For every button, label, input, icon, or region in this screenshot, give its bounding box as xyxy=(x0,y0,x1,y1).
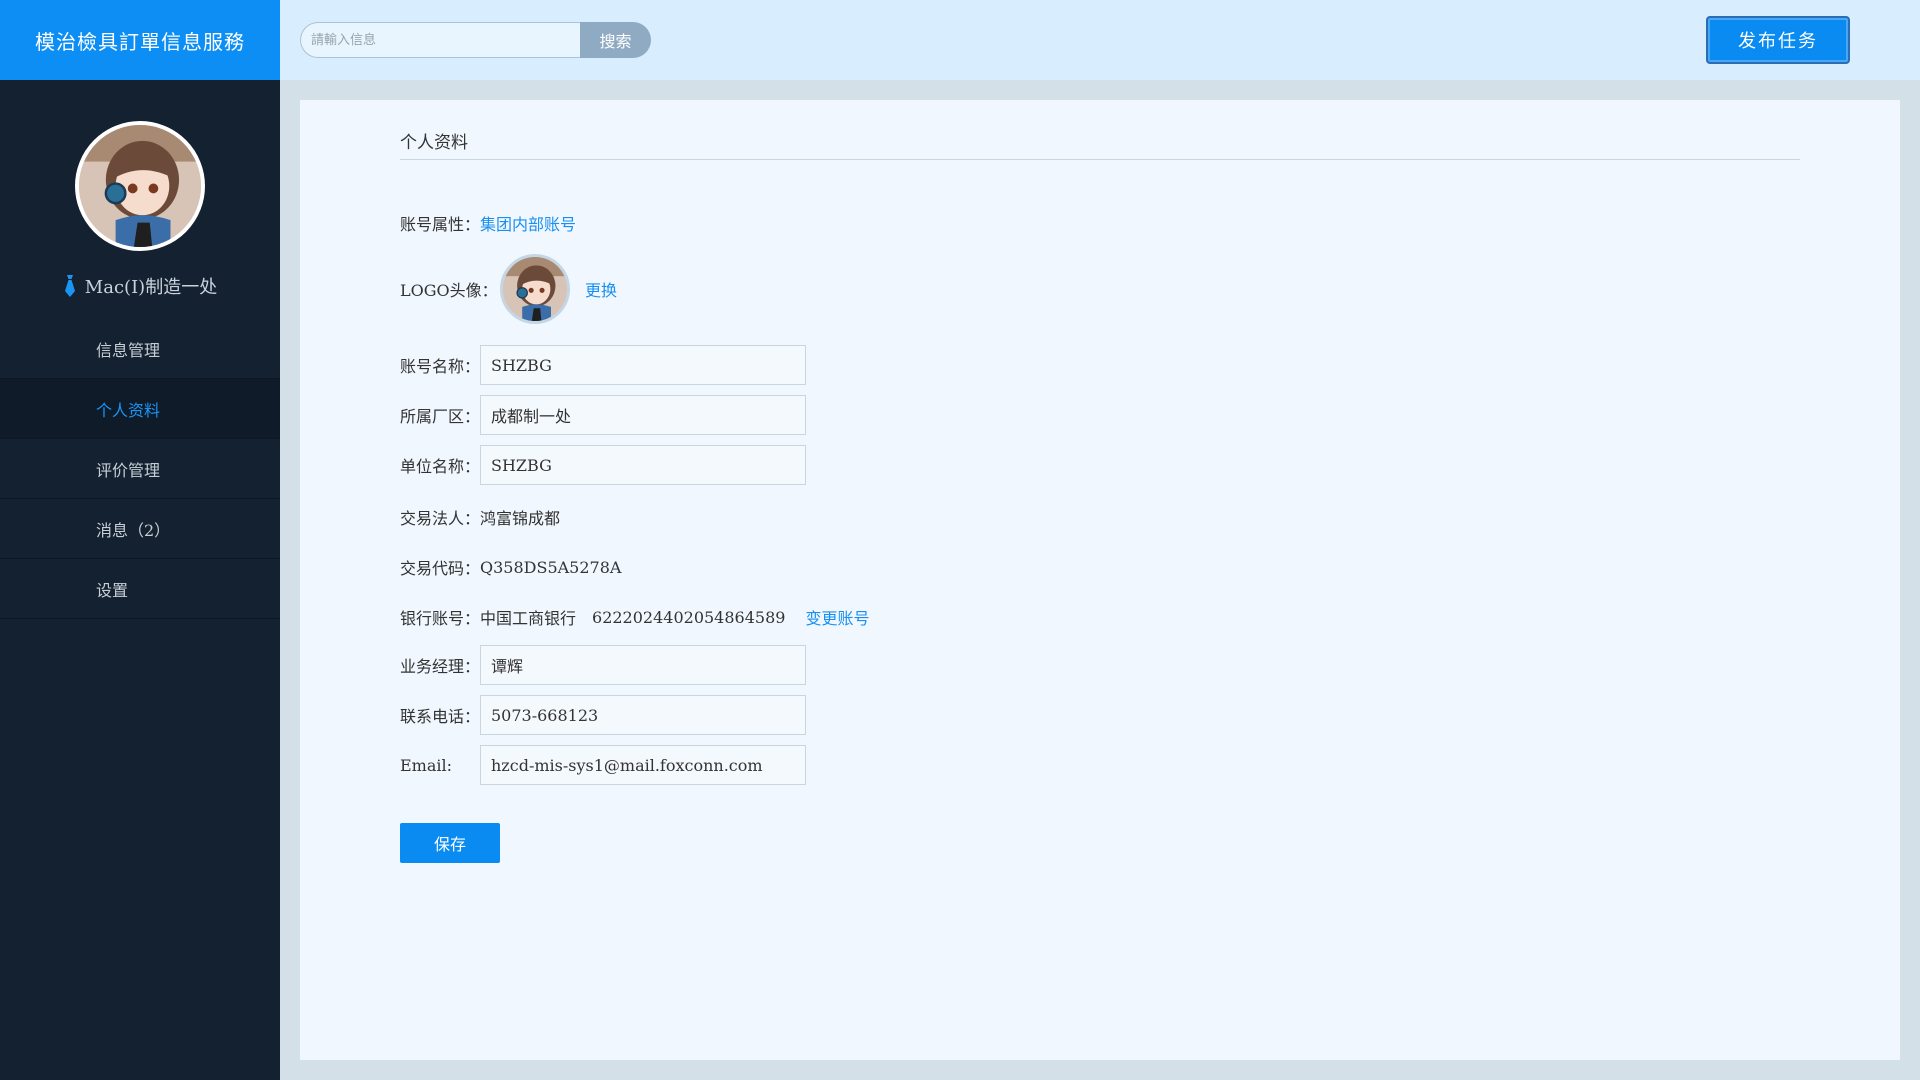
account-name-label: 账号名称： xyxy=(400,357,481,376)
unit-row: 单位名称： xyxy=(400,445,806,485)
email-field[interactable] xyxy=(480,745,806,785)
search-input[interactable] xyxy=(300,22,580,58)
app-title: 模治檢具訂單信息服務 xyxy=(0,0,280,80)
user-name: Mac(I)制造一处 xyxy=(84,277,218,298)
title-divider xyxy=(400,159,1800,160)
save-button[interactable]: 保存 xyxy=(400,823,500,863)
account-type-row: 账号属性： 集团内部账号 xyxy=(400,211,576,235)
unit-field[interactable] xyxy=(480,445,806,485)
plant-row: 所属厂区： xyxy=(400,395,806,435)
manager-row: 业务经理： xyxy=(400,645,806,685)
user-name-row: Mac(I)制造一处 xyxy=(63,273,217,299)
legal-person-value: 鸿富锦成都 xyxy=(480,509,561,528)
sidebar-nav: 信息管理 个人资料 评价管理 消息（2） 设置 xyxy=(0,319,280,619)
manager-field[interactable] xyxy=(480,645,806,685)
change-bank-link[interactable]: 变更账号 xyxy=(805,605,869,629)
logo-avatar xyxy=(500,254,570,324)
publish-task-button[interactable]: 发布任务 xyxy=(1706,16,1850,64)
change-logo-link[interactable]: 更换 xyxy=(585,277,617,301)
sidebar-item-settings[interactable]: 设置 xyxy=(0,559,280,619)
unit-label: 单位名称： xyxy=(400,457,481,476)
search-button[interactable]: 搜索 xyxy=(580,22,651,58)
phone-label: 联系电话： xyxy=(400,707,481,726)
sidebar-item-profile[interactable]: 个人资料 xyxy=(0,379,280,439)
trade-code-label: 交易代码： xyxy=(400,559,481,578)
email-label: Email: xyxy=(400,755,453,775)
trade-code-row: 交易代码： Q358DS5A5278A xyxy=(400,555,621,579)
phone-field[interactable] xyxy=(480,695,806,735)
manager-label: 业务经理： xyxy=(400,657,481,676)
trade-code-value: Q358DS5A5278A xyxy=(480,557,622,577)
logo-label: LOGO头像： xyxy=(400,281,498,300)
search-box: 搜索 xyxy=(300,22,651,58)
plant-field[interactable] xyxy=(480,395,806,435)
profile-panel: 个人资料 账号属性： 集团内部账号 LOGO头像： 更换 账号名称： SHZBG… xyxy=(300,100,1900,1060)
avatar[interactable] xyxy=(75,121,205,251)
sidebar-item-messages[interactable]: 消息（2） xyxy=(0,499,280,559)
sidebar: 模治檢具訂單信息服務 Mac(I)制造一处 信息管理 个人资料 评价管理 消息（… xyxy=(0,0,280,1080)
account-name-row: 账号名称： xyxy=(400,345,806,385)
user-profile: Mac(I)制造一处 xyxy=(0,80,280,299)
account-name-field[interactable] xyxy=(480,345,806,385)
account-type-label: 账号属性： xyxy=(400,215,481,234)
phone-row: 联系电话： xyxy=(400,695,806,735)
logo-row: LOGO头像： 更换 xyxy=(400,254,617,324)
account-type-link[interactable]: 集团内部账号 xyxy=(480,211,576,235)
bank-number: 6222024402054864589 xyxy=(592,607,786,627)
sidebar-item-info-management[interactable]: 信息管理 xyxy=(0,319,280,379)
legal-person-row: 交易法人： 鸿富锦成都 xyxy=(400,505,560,529)
bank-row: 银行账号： 中国工商银行 6222024402054864589 变更账号 xyxy=(400,605,869,629)
plant-label: 所属厂区： xyxy=(400,407,481,426)
tie-icon xyxy=(63,275,77,297)
bank-name: 中国工商银行 xyxy=(480,609,577,628)
top-bar: 搜索 发布任务 xyxy=(280,0,1920,80)
email-row: Email: xyxy=(400,745,806,785)
legal-person-label: 交易法人： xyxy=(400,509,481,528)
sidebar-item-reviews[interactable]: 评价管理 xyxy=(0,439,280,499)
bank-label: 银行账号： xyxy=(400,609,481,628)
page-title: 个人资料 xyxy=(400,133,468,153)
